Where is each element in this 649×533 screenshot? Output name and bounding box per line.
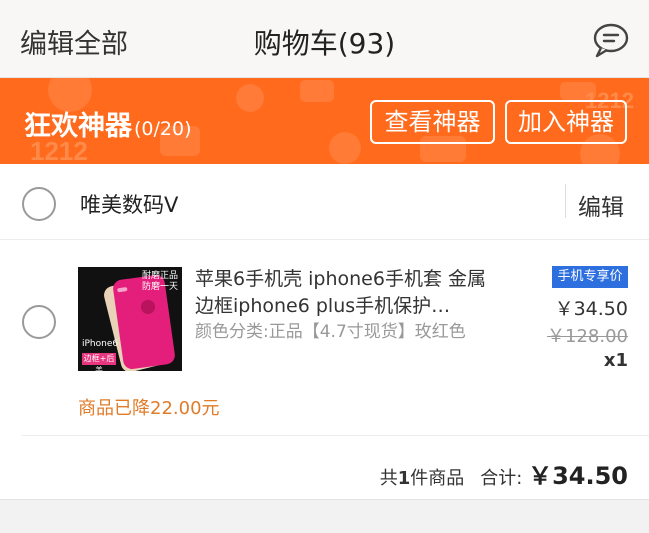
item-count: 1 <box>397 468 411 489</box>
banner-count: (0/20) <box>134 118 192 140</box>
carnival-banner: 1212 1212 狂欢神器 (0/20) 查看神器 加入神器 <box>0 78 649 164</box>
add-gadgets-button[interactable]: 加入神器 <box>505 100 627 144</box>
summary-line: 共1件商品 合计: ￥34.50 <box>380 456 628 491</box>
cart-summary: 共1件商品 合计: ￥34.50 <box>22 435 649 499</box>
total-label: 合计: <box>480 468 523 489</box>
shop-select-radio[interactable] <box>22 187 56 221</box>
banner-title-text: 狂欢神器 <box>24 111 132 142</box>
shop-header: 唯美数码V 编辑 <box>0 164 649 240</box>
price-drop-notice: 商品已降22.00元 <box>78 398 220 419</box>
top-navigation-bar: 编辑全部 购物车(93) <box>0 0 649 78</box>
page-title: 购物车(93) <box>253 27 396 60</box>
item-original-price: ￥128.00 <box>547 326 628 347</box>
image-tag: 边框+后盖 <box>82 353 116 371</box>
banner-title: 狂欢神器 (0/20) <box>24 104 192 143</box>
item-price: ￥34.50 <box>554 298 628 320</box>
item-select-radio[interactable] <box>22 305 56 339</box>
image-caption: 防磨一天 <box>142 282 179 292</box>
count-prefix: 共 <box>379 468 398 489</box>
product-image[interactable]: 耐磨正品 防磨一天 iPhone6 边框+后盖 <box>78 267 182 371</box>
chat-bubble-icon[interactable] <box>591 22 631 58</box>
product-spec[interactable]: 颜色分类:正品【4.7寸现货】玫红色 <box>195 320 485 345</box>
item-quantity: x1 <box>603 350 628 371</box>
section-separator <box>0 499 649 533</box>
divider <box>565 184 566 218</box>
count-suffix: 件商品 <box>410 468 465 489</box>
product-title[interactable]: 苹果6手机壳 iphone6手机套 金属边框iphone6 plus手机保护… <box>195 266 495 320</box>
image-model-label: iPhone6 <box>82 339 119 349</box>
image-caption: 耐磨正品 <box>142 271 179 281</box>
mobile-price-badge: 手机专享价 <box>552 266 628 288</box>
total-amount: ￥34.50 <box>528 462 628 490</box>
view-gadgets-button[interactable]: 查看神器 <box>370 100 495 144</box>
cart-item: 耐磨正品 防磨一天 iPhone6 边框+后盖 苹果6手机壳 iphone6手机… <box>0 240 649 435</box>
shop-edit-button[interactable]: 编辑 <box>578 188 624 222</box>
shop-name[interactable]: 唯美数码V <box>80 189 178 219</box>
